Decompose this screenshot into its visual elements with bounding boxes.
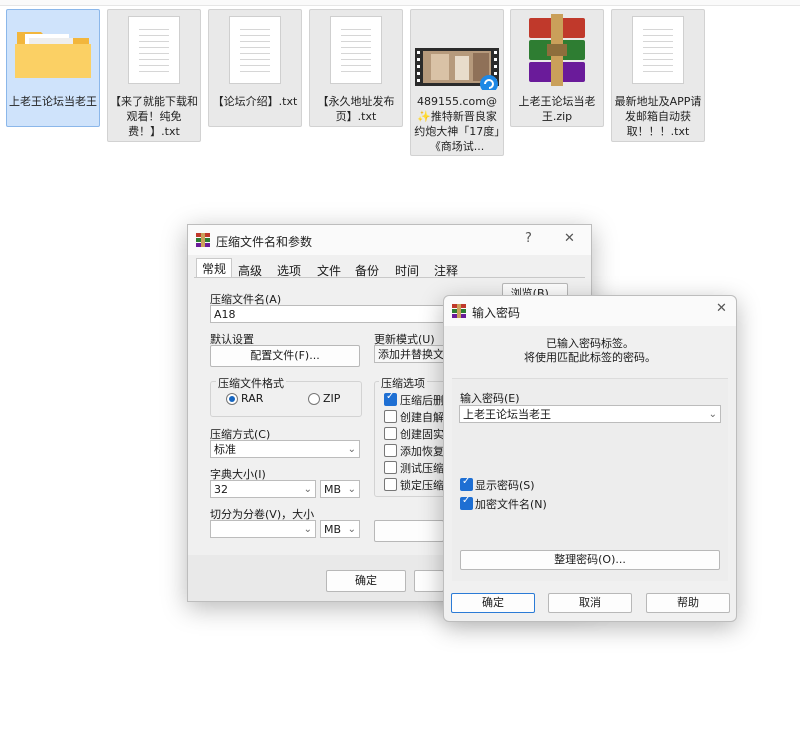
archive-name-input[interactable]: A18 [210, 305, 450, 323]
file-tile-video[interactable]: 489155.com@✨推特新晋良家约炮大神「17度」《商场试... [410, 9, 504, 156]
dialog-titlebar: 输入密码 ✕ [444, 296, 736, 326]
dialog-title: 输入密码 [472, 306, 521, 320]
option-label: 创建自解压格式压缩文件 [400, 411, 444, 424]
chevron-down-icon: ⌄ [347, 484, 356, 495]
options-list: 压缩后删除源文件 创建自解压格式压缩文件 创建固实压缩文件 添加恢复记录 测试压… [384, 391, 444, 495]
enter-password-label: 输入密码(E) [460, 392, 520, 405]
dict-unit-select[interactable]: MB ⌄ [320, 480, 360, 498]
ok-button[interactable]: 确定 [451, 593, 535, 613]
archive-format-label: 压缩文件格式 [216, 375, 286, 391]
enter-password-dialog: 输入密码 ✕ 已输入密码标签。 将使用匹配此标签的密码。 输入密码(E) 上老王… [443, 295, 737, 622]
winrar-app-icon [196, 233, 210, 247]
option-checkbox[interactable] [384, 391, 397, 406]
option-label: 创建固实压缩文件 [400, 428, 444, 441]
file-tile-txt[interactable]: 最新地址及APP请发邮箱自动获取！！！.txt [611, 9, 705, 142]
winrar-archive-icon [511, 10, 603, 90]
dict-size-value: 32 [214, 483, 228, 496]
option-checkbox[interactable] [384, 410, 397, 423]
text-file-icon [310, 10, 402, 90]
chevron-down-icon: ⌄ [347, 524, 356, 535]
show-password-checkbox[interactable] [460, 476, 473, 491]
file-name: 最新地址及APP请发邮箱自动获取！！！.txt [614, 95, 702, 138]
option-checkbox[interactable] [384, 461, 397, 474]
chevron-down-icon: ⌄ [708, 409, 717, 420]
split-unit-select[interactable]: MB ⌄ [320, 520, 360, 538]
zip-label: ZIP [323, 392, 341, 405]
close-icon[interactable]: ✕ [564, 231, 575, 246]
file-tile-txt[interactable]: 【永久地址发布页】.txt [309, 9, 403, 127]
tab-general[interactable]: 常规 [196, 258, 233, 278]
text-file-icon [108, 10, 200, 90]
encrypt-filenames-label: 加密文件名(N) [475, 498, 547, 511]
folder-icon [7, 10, 99, 90]
show-password-label: 显示密码(S) [475, 479, 535, 492]
file-name: 【永久地址发布页】.txt [317, 95, 395, 123]
password-value: 上老王论坛当老王 [463, 408, 551, 421]
text-file-icon [209, 10, 301, 90]
option-checkbox[interactable] [384, 478, 397, 491]
profiles-button[interactable]: 配置文件(F)... [210, 345, 360, 367]
file-tile-folder[interactable]: 上老王论坛当老王 [6, 9, 100, 127]
file-name: 489155.com@✨推特新晋良家约炮大神「17度」《商场试... [414, 95, 500, 153]
tab-divider [194, 277, 585, 278]
password-message-line2: 将使用匹配此标签的密码。 [524, 351, 656, 364]
rar-label: RAR [241, 392, 264, 405]
dict-size-select[interactable]: 32 ⌄ [210, 480, 316, 498]
encrypt-filenames-checkbox[interactable] [460, 495, 473, 510]
file-name: 【来了就能下载和观看！纯免费！】.txt [110, 95, 198, 138]
chevron-down-icon: ⌄ [303, 524, 312, 535]
dialog-title: 压缩文件名和参数 [216, 235, 313, 249]
file-name: 上老王论坛当老王.zip [518, 95, 596, 123]
address-strip [0, 0, 800, 6]
option-checkbox[interactable] [384, 444, 397, 457]
zip-radio[interactable] [308, 393, 320, 405]
file-tile-txt[interactable]: 【论坛介绍】.txt [208, 9, 302, 127]
winrar-app-icon [452, 304, 466, 318]
split-unit-value: MB [324, 523, 342, 536]
cancel-button[interactable]: 取消 [548, 593, 632, 613]
chevron-down-icon: ⌄ [303, 484, 312, 495]
option-label: 锁定压缩文件 [400, 479, 444, 492]
password-input[interactable]: 上老王论坛当老王 ⌄ [459, 405, 721, 423]
help-button[interactable]: 帮助 [646, 593, 730, 613]
rar-radio[interactable] [226, 393, 238, 405]
archive-options-label: 压缩选项 [379, 375, 427, 391]
organize-passwords-button[interactable]: 整理密码(O)... [460, 550, 720, 570]
video-thumbnail-icon [411, 10, 503, 93]
close-icon[interactable]: ✕ [716, 301, 727, 316]
method-value: 标准 [214, 443, 236, 456]
dict-unit-value: MB [324, 483, 342, 496]
option-label: 压缩后删除源文件 [400, 394, 444, 407]
file-name: 上老王论坛当老王 [9, 95, 97, 108]
method-select[interactable]: 标准 ⌄ [210, 440, 360, 458]
file-tile-zip[interactable]: 上老王论坛当老王.zip [510, 9, 604, 127]
dialog-titlebar: 压缩文件名和参数 ? ✕ [188, 225, 591, 255]
option-label: 添加恢复记录 [400, 445, 444, 458]
option-checkbox[interactable] [384, 427, 397, 440]
file-name: 【论坛介绍】.txt [212, 95, 298, 108]
cancel-button[interactable] [414, 570, 444, 592]
update-mode-select[interactable]: 添加并替换文件 [374, 345, 444, 363]
option-label: 测试压缩的文件 [400, 462, 444, 475]
help-icon[interactable]: ? [525, 231, 532, 246]
split-size-input[interactable]: ⌄ [210, 520, 316, 538]
ok-button[interactable]: 确定 [326, 570, 406, 592]
chevron-down-icon: ⌄ [347, 444, 356, 455]
set-password-button[interactable] [374, 520, 444, 542]
text-file-icon [612, 10, 704, 90]
file-tile-txt[interactable]: 【来了就能下载和观看！纯免费！】.txt [107, 9, 201, 142]
